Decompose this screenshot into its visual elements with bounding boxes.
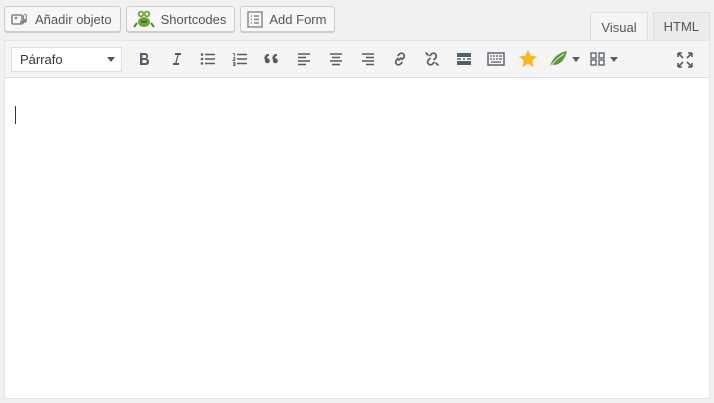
blockquote-button[interactable]	[256, 44, 288, 74]
shortcodes-label: Shortcodes	[160, 11, 227, 27]
chevron-down-icon	[572, 56, 580, 62]
toolbar-toggle-icon	[487, 52, 505, 66]
form-list-icon	[247, 10, 264, 28]
editor-toolbar: Párrafo	[5, 41, 709, 78]
unlink-icon	[424, 51, 440, 67]
link-button[interactable]	[384, 44, 416, 74]
media-icon	[11, 11, 29, 27]
star-icon	[518, 49, 538, 69]
grid-icon	[590, 52, 606, 66]
add-media-button[interactable]: Añadir objeto	[4, 6, 121, 32]
blockquote-icon	[264, 53, 280, 65]
numbered-list-icon	[232, 52, 248, 66]
star-button[interactable]	[512, 44, 544, 74]
toolbar-toggle-button[interactable]	[480, 44, 512, 74]
shortcodes-button[interactable]: Shortcodes	[125, 6, 236, 32]
align-left-button[interactable]	[288, 44, 320, 74]
editor-tabs: Visual HTML	[590, 12, 710, 41]
chevron-down-icon	[610, 56, 618, 62]
chevron-down-icon	[107, 56, 115, 62]
tab-html[interactable]: HTML	[652, 12, 710, 40]
add-form-label: Add Form	[269, 11, 327, 27]
bold-button[interactable]	[128, 44, 160, 74]
add-media-label: Añadir objeto	[35, 11, 112, 27]
read-more-button[interactable]	[448, 44, 480, 74]
align-right-button[interactable]	[352, 44, 384, 74]
leaf-dropdown-button[interactable]	[544, 44, 584, 74]
frog-mascot-icon	[132, 9, 155, 29]
fullscreen-icon	[677, 52, 693, 68]
media-buttons-bar: Añadir objeto Shortcodes Add Form	[4, 6, 336, 34]
format-select[interactable]: Párrafo	[11, 46, 122, 72]
bullet-list-button[interactable]	[192, 44, 224, 74]
fullscreen-button[interactable]	[669, 45, 701, 75]
numbered-list-button[interactable]	[224, 44, 256, 74]
italic-icon	[169, 52, 183, 66]
bullet-list-icon	[200, 52, 216, 66]
editor-content-area[interactable]	[5, 78, 709, 398]
align-center-button[interactable]	[320, 44, 352, 74]
grid-dropdown-button[interactable]	[584, 44, 624, 74]
unlink-button[interactable]	[416, 44, 448, 74]
link-icon	[392, 51, 408, 67]
tab-visual[interactable]: Visual	[590, 12, 648, 41]
format-select-value: Párrafo	[20, 51, 63, 67]
align-left-icon	[297, 52, 311, 66]
align-right-icon	[361, 52, 375, 66]
bold-icon	[137, 52, 151, 66]
italic-button[interactable]	[160, 44, 192, 74]
read-more-icon	[456, 52, 472, 66]
editor-container: Párrafo	[4, 40, 710, 399]
leaf-icon	[548, 50, 568, 68]
align-center-icon	[329, 52, 343, 66]
add-form-button[interactable]: Add Form	[240, 6, 336, 32]
text-cursor	[15, 106, 16, 124]
